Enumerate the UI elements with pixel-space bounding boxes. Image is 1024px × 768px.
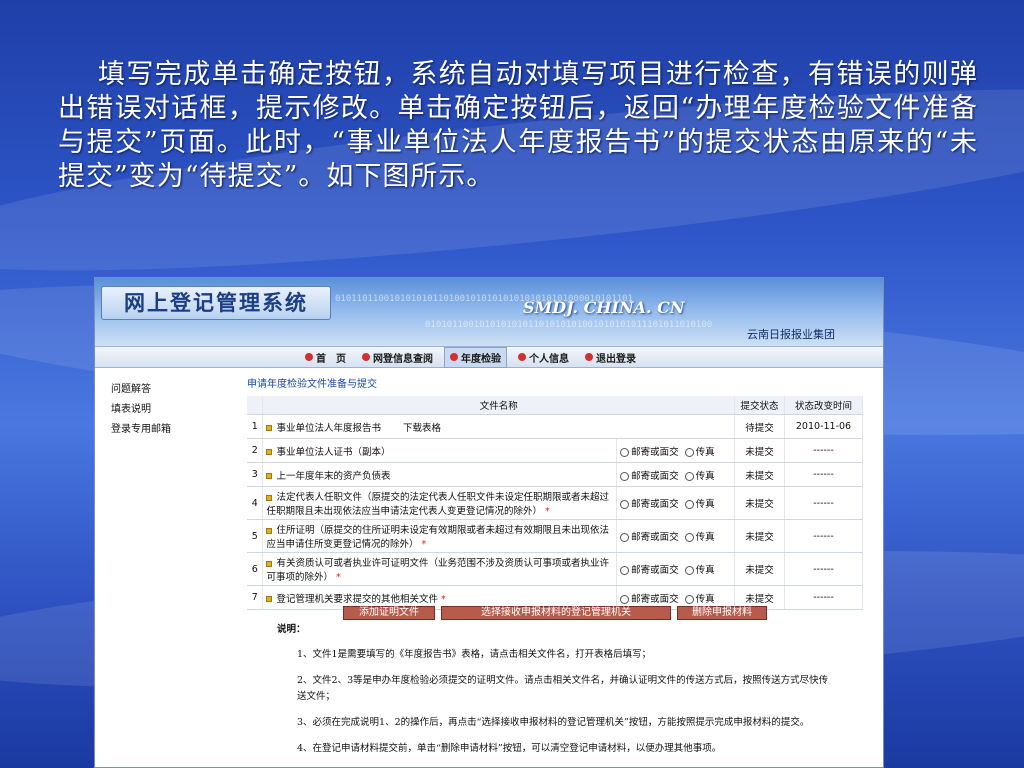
app-screenshot: 网上登记管理系统 0101101100101010101101001010101… <box>94 277 884 768</box>
table-row: 2 事业单位法人证书（副本） 邮寄或面交 传真 未提交 ------ <box>247 438 863 463</box>
sidebar-item-form-guide[interactable]: 填表说明 <box>111 402 211 422</box>
file-icon <box>266 449 273 455</box>
bullet-icon <box>585 353 593 361</box>
action-bar: 添加证明文件 选择接收申报材料的登记管理机关 删除申报材料 <box>343 606 767 620</box>
required-mark: * <box>545 506 550 517</box>
main-nav: 首 页 网登信息查阅 年度检验 个人信息 退出登录 <box>95 346 883 368</box>
file-link[interactable]: 有关资质认可或者执业许可证明文件（业务范围不涉及资质认可事项或者执业许可事项的除… <box>266 558 609 583</box>
time-cell: ------ <box>784 486 863 520</box>
nav-home[interactable]: 首 页 <box>300 348 351 367</box>
files-table: 文件名称 提交状态 状态改变时间 1 事业单位法人年度报告书 下载表格 待提交 2… <box>247 396 863 610</box>
bullet-icon <box>450 353 458 361</box>
file-link[interactable]: 住所证明（原提交的住所证明未设定有效期限或者未超过有效期限且未出现依法应当申请住… <box>266 525 609 550</box>
nav-online-info[interactable]: 网登信息查阅 <box>357 348 438 367</box>
main-content: 申请年度检验文件准备与提交 文件名称 提交状态 状态改变时间 1 事业单位法人年… <box>247 378 867 610</box>
time-cell: ------ <box>784 519 863 553</box>
bullet-icon <box>305 353 313 361</box>
col-header-time: 状态改变时间 <box>784 396 863 415</box>
note-item: 2、文件2、3等是申办年度检验必须提交的证明文件。请点击相关文件名，并确认证明文… <box>297 675 829 702</box>
radio-fax[interactable] <box>684 594 694 604</box>
file-icon <box>266 494 273 501</box>
file-icon <box>266 560 273 567</box>
file-link[interactable]: 登记管理机关要求提交的其他相关文件 <box>276 594 438 605</box>
radio-mail[interactable] <box>620 566 630 575</box>
nav-personal-info[interactable]: 个人信息 <box>513 348 574 367</box>
file-icon <box>266 596 273 602</box>
table-row: 4 法定代表人任职文件（原提交的法定代表人任职文件未设定任职期限或者未超过任职期… <box>247 486 863 520</box>
select-authority-button[interactable]: 选择接收申报材料的登记管理机关 <box>441 606 671 620</box>
download-link[interactable]: 下载表格 <box>403 423 441 434</box>
org-name: 云南日报报业集团 <box>747 328 835 341</box>
table-row: 1 事业单位法人年度报告书 下载表格 待提交 2010-11-06 <box>247 414 863 439</box>
file-icon <box>266 425 273 431</box>
radio-mail[interactable] <box>620 594 630 604</box>
time-cell: ------ <box>784 462 863 487</box>
site-banner: 网上登记管理系统 0101101100101010101101001010101… <box>95 278 883 346</box>
file-icon <box>266 527 273 534</box>
radio-mail[interactable] <box>620 500 630 509</box>
radio-mail[interactable] <box>620 447 630 457</box>
notes-title: 说明： <box>277 624 306 635</box>
time-cell: ------ <box>784 585 863 610</box>
bullet-icon <box>362 353 370 361</box>
status-cell: 待提交 <box>734 414 786 439</box>
radio-fax[interactable] <box>684 471 694 481</box>
radio-fax[interactable] <box>684 566 694 575</box>
table-row: 5 住所证明（原提交的住所证明未设定有效期限或者未超过有效期限且未出现依法应当申… <box>247 519 863 553</box>
col-header-status: 提交状态 <box>734 396 786 415</box>
delete-materials-button[interactable]: 删除申报材料 <box>677 606 767 620</box>
site-logo: 网上登记管理系统 <box>101 286 331 320</box>
radio-fax[interactable] <box>684 533 694 542</box>
required-mark: * <box>336 572 341 583</box>
file-link[interactable]: 法定代表人任职文件（原提交的法定代表人任职文件未设定任职期限或者未超过任职期限且… <box>266 492 609 517</box>
breadcrumb[interactable]: 申请年度检验文件准备与提交 <box>247 378 867 396</box>
note-item: 3、必须在完成说明1、2的操作后，再点击“选择接收申报材料的登记管理机关”按钮，… <box>297 717 810 728</box>
table-row: 3 上一年度年末的资产负债表 邮寄或面交 传真 未提交 ------ <box>247 462 863 487</box>
sidebar-item-faq[interactable]: 问题解答 <box>111 382 211 402</box>
radio-mail[interactable] <box>620 471 630 481</box>
nav-logout[interactable]: 退出登录 <box>580 348 641 367</box>
slide-caption: 填写完成单击确定按钮，系统自动对填写项目进行检查，有错误的则弹出错误对话框，提示… <box>58 59 978 192</box>
sidebar-item-mailbox[interactable]: 登录专用邮箱 <box>111 422 211 442</box>
required-mark: * <box>441 593 446 605</box>
col-header-filename: 文件名称 <box>262 396 736 415</box>
file-link[interactable]: 上一年度年末的资产负债表 <box>276 471 390 482</box>
radio-fax[interactable] <box>684 500 694 509</box>
status-cell: 未提交 <box>734 486 786 520</box>
note-item: 4、在登记申请材料提交前，单击“删除申请材料”按钮，可以清空登记申请材料，以便办… <box>297 743 722 754</box>
radio-mail[interactable] <box>620 533 630 542</box>
add-document-button[interactable]: 添加证明文件 <box>343 606 435 620</box>
instructions: 说明： 1、文件1是需要填写的《年度报告书》表格，请点击相关文件名，打开表格后填… <box>277 621 837 767</box>
status-cell: 未提交 <box>734 462 786 487</box>
file-link[interactable]: 事业单位法人证书（副本） <box>276 447 390 458</box>
status-cell: 未提交 <box>734 552 786 586</box>
required-mark: * <box>421 539 427 550</box>
time-cell: 2010-11-06 <box>784 414 863 439</box>
sidebar: 问题解答 填表说明 登录专用邮箱 <box>111 382 211 442</box>
status-cell: 未提交 <box>734 438 786 463</box>
binary-decoration: 0101011001010101010110101010100101010101… <box>425 320 713 330</box>
radio-fax[interactable] <box>684 447 694 457</box>
table-row: 6 有关资质认可或者执业许可证明文件（业务范围不涉及资质认可事项或者执业许可事项… <box>247 552 863 586</box>
status-cell: 未提交 <box>734 519 786 553</box>
time-cell: ------ <box>784 552 863 586</box>
site-domain: SMDJ. CHINA. CN <box>523 298 685 317</box>
file-link[interactable]: 事业单位法人年度报告书 <box>276 423 381 434</box>
bullet-icon <box>518 353 526 361</box>
time-cell: ------ <box>784 438 863 463</box>
note-item: 1、文件1是需要填写的《年度报告书》表格，请点击相关文件名，打开表格后填写； <box>297 649 652 660</box>
file-icon <box>266 473 273 479</box>
nav-annual-inspection[interactable]: 年度检验 <box>444 346 507 368</box>
